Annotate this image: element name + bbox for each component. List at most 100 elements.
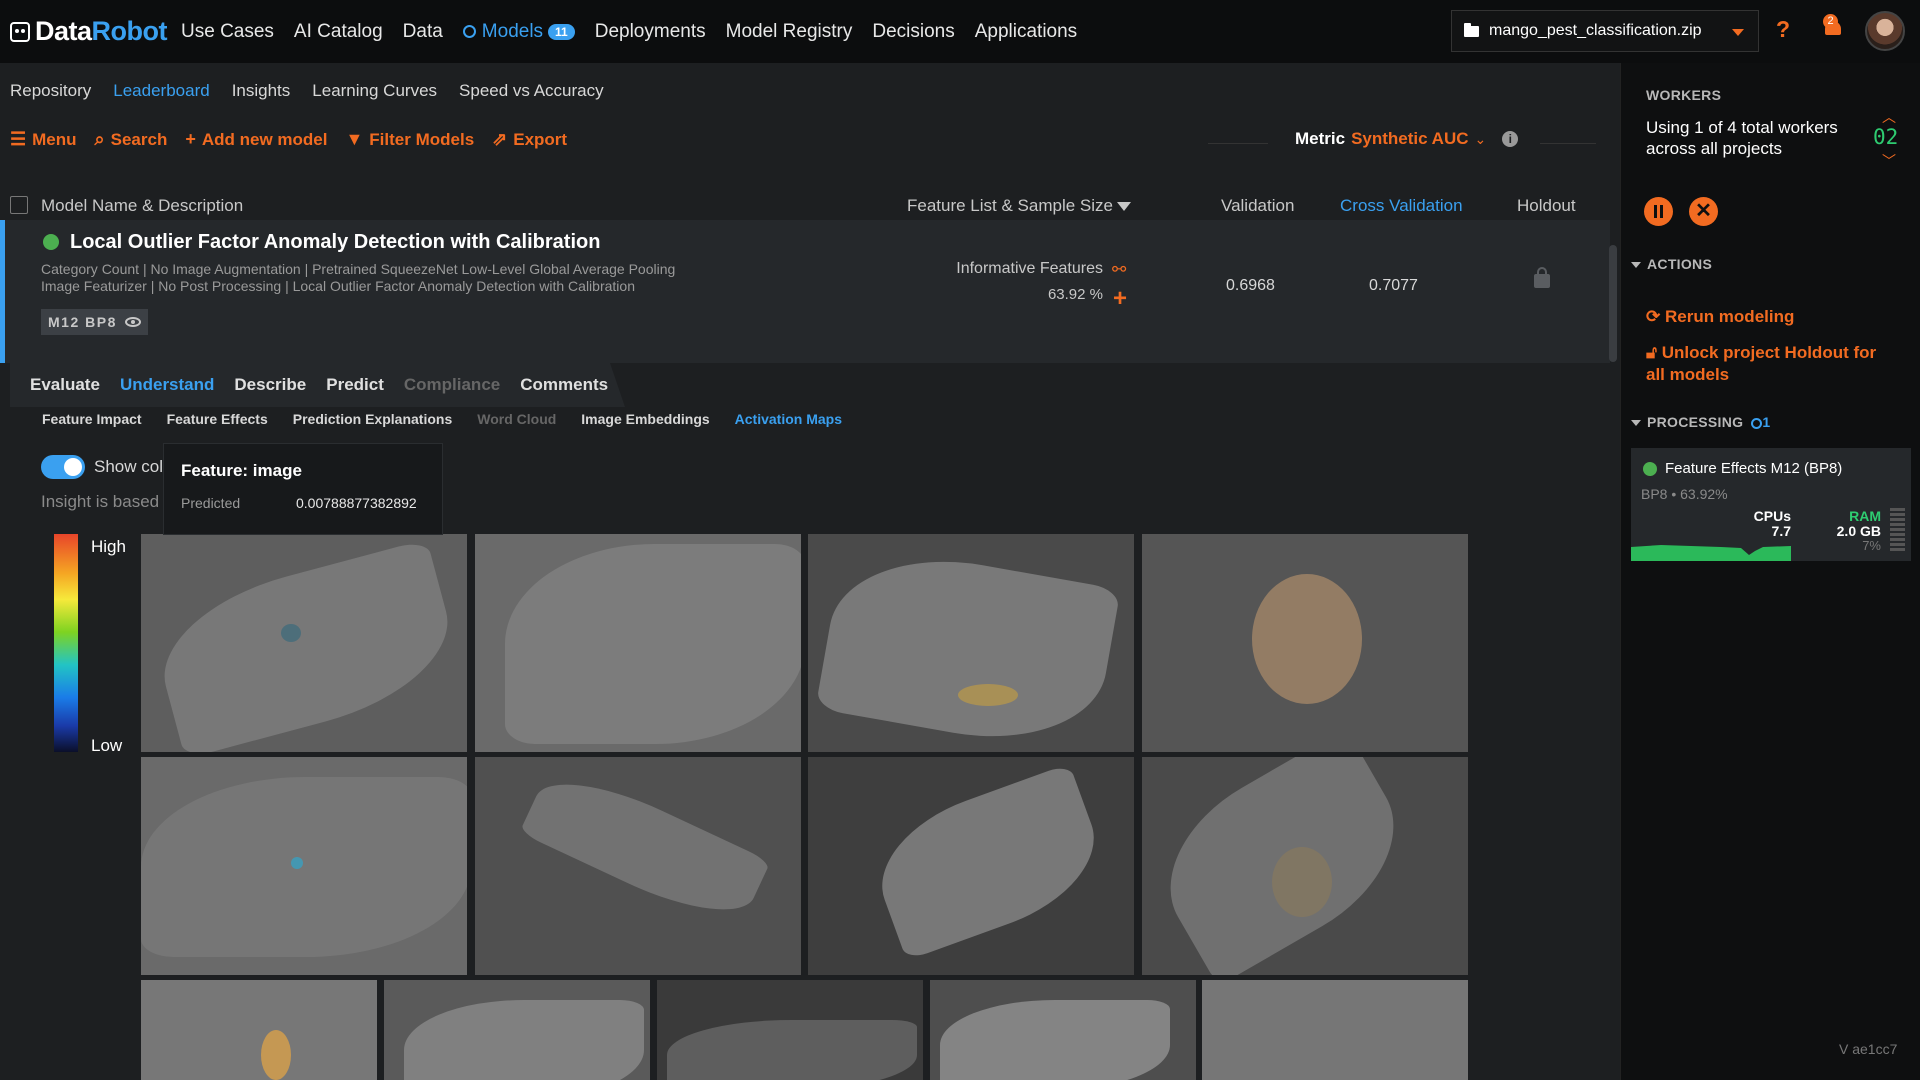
- nav-data[interactable]: Data: [403, 21, 443, 43]
- filter-models-button[interactable]: ▼ Filter Models: [345, 129, 474, 150]
- nav-ai-catalog[interactable]: AI Catalog: [294, 21, 383, 43]
- nav-models[interactable]: Models 11: [462, 20, 575, 43]
- nav-models-label: Models: [481, 20, 544, 42]
- chevron-up-icon[interactable]: ︿: [1882, 107, 1896, 127]
- nav-decisions[interactable]: Decisions: [872, 21, 954, 43]
- datarobot-logo[interactable]: Data Robot: [10, 16, 168, 47]
- activation-image[interactable]: [808, 757, 1134, 975]
- select-all-checkbox[interactable]: [10, 196, 28, 214]
- subnav-insights[interactable]: Insights: [232, 81, 291, 101]
- logo-text-robot: Robot: [91, 16, 168, 46]
- col-validation[interactable]: Validation: [1221, 196, 1294, 216]
- tab-understand[interactable]: Understand: [120, 375, 214, 395]
- eye-icon: [124, 317, 141, 327]
- validation-score: 0.6968: [1226, 277, 1275, 294]
- activation-image[interactable]: [141, 757, 467, 975]
- logo-text-data: Data: [35, 16, 92, 46]
- subtab-feature-effects[interactable]: Feature Effects: [167, 411, 268, 427]
- tab-predict[interactable]: Predict: [326, 375, 384, 395]
- processing-job-card[interactable]: Feature Effects M12 (BP8) BP8 • 63.92% C…: [1631, 448, 1911, 561]
- show-colors-toggle[interactable]: [41, 455, 85, 479]
- workers-count: 02: [1873, 125, 1899, 149]
- cpu-usage-graph: [1631, 545, 1791, 561]
- feature-list-icon[interactable]: ⚯: [1112, 260, 1126, 280]
- tab-evaluate[interactable]: Evaluate: [30, 375, 100, 395]
- project-selector[interactable]: mango_pest_classification.zip: [1451, 10, 1759, 52]
- nav-model-registry[interactable]: Model Registry: [726, 21, 853, 43]
- model-title[interactable]: Local Outlier Factor Anomaly Detection w…: [70, 231, 600, 254]
- insight-note: Insight is based: [41, 492, 160, 511]
- search-button[interactable]: ⌕ Search: [95, 129, 168, 150]
- processing-heading[interactable]: PROCESSING 1: [1631, 414, 1770, 430]
- activation-image[interactable]: [930, 980, 1196, 1080]
- activation-image[interactable]: [141, 534, 467, 752]
- subtab-activation-maps[interactable]: Activation Maps: [735, 411, 842, 427]
- unlock-icon: 🔓︎: [1646, 343, 1662, 362]
- activation-image[interactable]: [384, 980, 650, 1080]
- info-icon[interactable]: i: [1502, 131, 1519, 147]
- nav-deployments[interactable]: Deployments: [595, 21, 706, 43]
- activation-image[interactable]: [141, 980, 377, 1080]
- metric-selector[interactable]: Metric Synthetic AUC ⌄ i: [1295, 129, 1519, 149]
- nav-applications[interactable]: Applications: [975, 21, 1077, 43]
- export-button[interactable]: ⇗ Export: [492, 129, 567, 150]
- models-count-badge: 11: [548, 23, 575, 40]
- tab-comments[interactable]: Comments: [520, 375, 608, 395]
- add-sample-icon[interactable]: +: [1113, 285, 1127, 313]
- stop-button[interactable]: ✕: [1689, 197, 1718, 226]
- processing-count: 1: [1762, 414, 1771, 430]
- metric-label: Metric: [1295, 129, 1346, 148]
- tab-compliance[interactable]: Compliance: [404, 375, 500, 395]
- project-name: mango_pest_classification.zip: [1489, 22, 1702, 39]
- user-avatar[interactable]: [1865, 11, 1905, 51]
- subnav-leaderboard[interactable]: Leaderboard: [113, 81, 209, 101]
- tooltip-title: Feature: image: [181, 461, 302, 480]
- robot-logo-icon: [10, 21, 30, 42]
- funnel-icon: [1116, 202, 1131, 212]
- activation-image[interactable]: [475, 534, 801, 752]
- activation-image[interactable]: [808, 534, 1134, 752]
- subnav-speed-vs-accuracy[interactable]: Speed vs Accuracy: [459, 81, 604, 101]
- chevron-down-icon[interactable]: ﹀: [1882, 151, 1896, 171]
- subtab-prediction-explanations[interactable]: Prediction Explanations: [293, 411, 452, 427]
- activation-legend-bar: [54, 534, 78, 752]
- model-id-badge[interactable]: M12 BP8: [41, 309, 148, 335]
- unlock-holdout-link[interactable]: 🔓︎ Unlock project Holdout for all models: [1646, 342, 1886, 386]
- pause-button[interactable]: [1644, 197, 1673, 226]
- tab-describe[interactable]: Describe: [234, 375, 306, 395]
- activation-image[interactable]: [1142, 757, 1468, 975]
- cpu-label: CPUs: [1753, 508, 1791, 524]
- actions-heading[interactable]: ACTIONS: [1631, 256, 1712, 272]
- ram-percent: 7%: [1862, 538, 1881, 553]
- help-icon[interactable]: ?: [1776, 16, 1790, 43]
- understand-subtabs: Feature Impact Feature Effects Predictio…: [42, 411, 867, 427]
- menu-button[interactable]: ☰ Menu: [10, 129, 77, 150]
- model-desc-line2: Image Featurizer | No Post Processing | …: [41, 278, 635, 294]
- activation-image[interactable]: [1202, 980, 1468, 1080]
- subtab-feature-impact[interactable]: Feature Impact: [42, 411, 142, 427]
- metric-divider-right: [1540, 143, 1596, 144]
- subtab-word-cloud[interactable]: Word Cloud: [477, 411, 556, 427]
- export-icon: ⇗: [492, 129, 508, 149]
- col-model-name[interactable]: Model Name & Description: [41, 196, 243, 216]
- model-row[interactable]: Local Outlier Factor Anomaly Detection w…: [0, 220, 1610, 363]
- nav-use-cases[interactable]: Use Cases: [181, 21, 274, 43]
- subnav-learning-curves[interactable]: Learning Curves: [312, 81, 437, 101]
- activation-image[interactable]: [657, 980, 923, 1080]
- col-feature-list[interactable]: Feature List & Sample Size: [907, 196, 1131, 216]
- scrollbar[interactable]: [1609, 245, 1617, 362]
- add-model-button[interactable]: + Add new model: [185, 129, 327, 150]
- col-cross-validation[interactable]: Cross Validation: [1340, 196, 1463, 216]
- rerun-modeling-link[interactable]: ⟳ Rerun modeling: [1646, 306, 1794, 328]
- activation-image[interactable]: [475, 757, 801, 975]
- refresh-icon: ⟳: [1646, 307, 1665, 326]
- menu-label: Menu: [32, 129, 77, 149]
- col-holdout[interactable]: Holdout: [1517, 196, 1576, 216]
- subtab-image-embeddings[interactable]: Image Embeddings: [581, 411, 709, 427]
- caret-down-icon: [1631, 262, 1641, 269]
- model-desc-line1: Category Count | No Image Augmentation |…: [41, 261, 676, 277]
- subnav-repository[interactable]: Repository: [10, 81, 91, 101]
- activation-image[interactable]: [1142, 534, 1468, 752]
- feature-list-cell: Informative Features 63.92 %: [948, 260, 1103, 303]
- chevron-down-icon: ⌄: [1474, 130, 1487, 147]
